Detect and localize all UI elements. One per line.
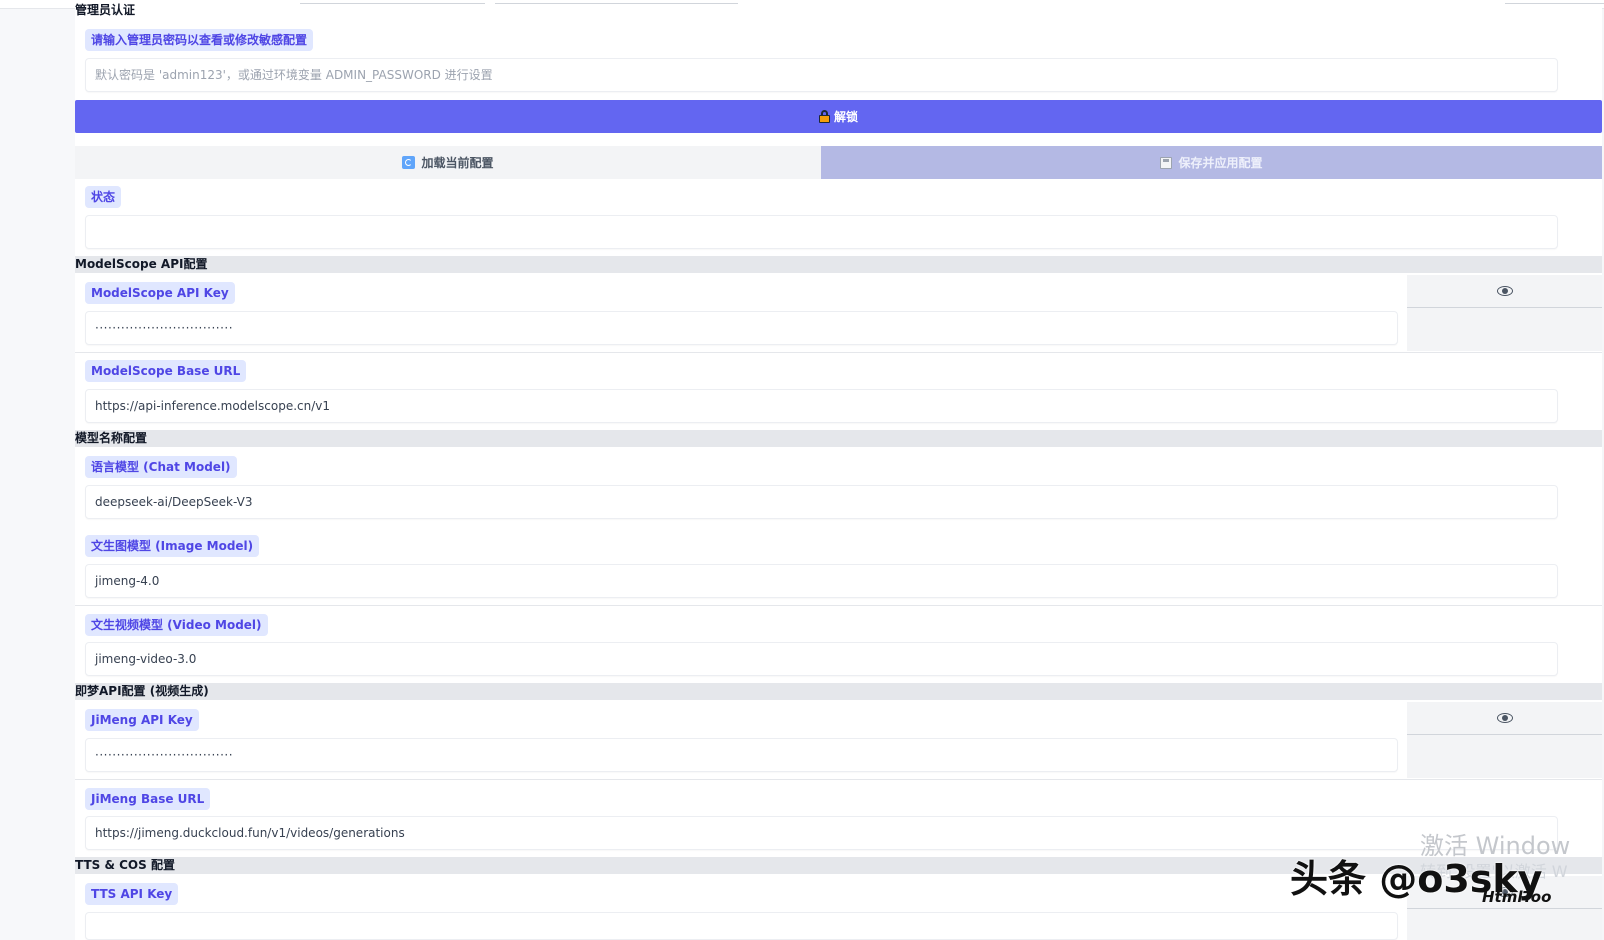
jimeng-base-url-label: JiMeng Base URL [85, 788, 211, 810]
jimeng-api-key-input[interactable]: ································ [85, 738, 1398, 772]
section-title-modelscope: ModelScope API配置 [75, 256, 1602, 273]
top-tab-edge [1505, 0, 1604, 4]
lock-icon [818, 110, 830, 123]
section-title-models: 模型名称配置 [75, 430, 1602, 447]
save-apply-config-button[interactable]: 保存并应用配置 [821, 146, 1602, 179]
modelscope-base-url-input[interactable]: https://api-inference.modelscope.cn/v1 [85, 389, 1558, 423]
config-panel: 管理员认证 请输入管理员密码以查看或修改敏感配置 默认密码是 'admin123… [75, 4, 1602, 940]
chat-model-label: 语言模型 (Chat Model) [85, 456, 237, 478]
status-output [85, 215, 1558, 249]
modelscope-base-url-label: ModelScope Base URL [85, 360, 247, 382]
modelscope-toggle-visibility-button[interactable] [1407, 275, 1602, 308]
tts-api-key-input[interactable] [85, 912, 1398, 940]
divider [75, 352, 1602, 353]
section-title-jimeng: 即梦API配置 (视频生成) [75, 683, 1602, 700]
refresh-icon [402, 156, 416, 169]
divider [75, 779, 1602, 780]
tts-api-key-label: TTS API Key [85, 883, 179, 905]
section-title-admin: 管理员认证 [75, 4, 1602, 19]
video-model-input[interactable]: jimeng-video-3.0 [85, 642, 1558, 676]
image-model-label: 文生图模型 (Image Model) [85, 535, 260, 557]
htmltoo-watermark: HtmlToo [1482, 888, 1552, 906]
left-gutter [0, 9, 75, 940]
jimeng-toggle-visibility-button[interactable] [1407, 702, 1602, 735]
top-tab-edge [495, 0, 738, 4]
save-disk-icon [1160, 156, 1173, 169]
status-label: 状态 [85, 186, 122, 208]
jimeng-base-url-input[interactable]: https://jimeng.duckcloud.fun/v1/videos/g… [85, 816, 1558, 850]
divider [75, 605, 1602, 606]
image-model-input[interactable]: jimeng-4.0 [85, 564, 1558, 598]
config-action-row: 加载当前配置 保存并应用配置 [75, 146, 1602, 179]
top-tab-edge [300, 0, 485, 4]
modelscope-api-key-input[interactable]: ································ [85, 311, 1398, 345]
eye-icon [1496, 286, 1513, 296]
chat-model-input[interactable]: deepseek-ai/DeepSeek-V3 [85, 485, 1558, 519]
unlock-button[interactable]: 解锁 [75, 100, 1602, 133]
unlock-button-label: 解锁 [833, 110, 858, 124]
modelscope-api-key-label: ModelScope API Key [85, 282, 235, 304]
jimeng-api-key-label: JiMeng API Key [85, 709, 199, 731]
load-config-button[interactable]: 加载当前配置 [75, 146, 821, 179]
admin-password-input[interactable]: 默认密码是 'admin123'，或通过环境变量 ADMIN_PASSWORD … [85, 58, 1558, 92]
video-model-label: 文生视频模型 (Video Model) [85, 614, 268, 636]
modelscope-eye-panel [1407, 275, 1602, 351]
admin-password-label: 请输入管理员密码以查看或修改敏感配置 [85, 29, 314, 51]
load-config-label: 加载当前配置 [421, 156, 494, 170]
eye-icon [1496, 713, 1513, 723]
jimeng-eye-panel [1407, 702, 1602, 778]
save-apply-config-label: 保存并应用配置 [1178, 156, 1263, 170]
